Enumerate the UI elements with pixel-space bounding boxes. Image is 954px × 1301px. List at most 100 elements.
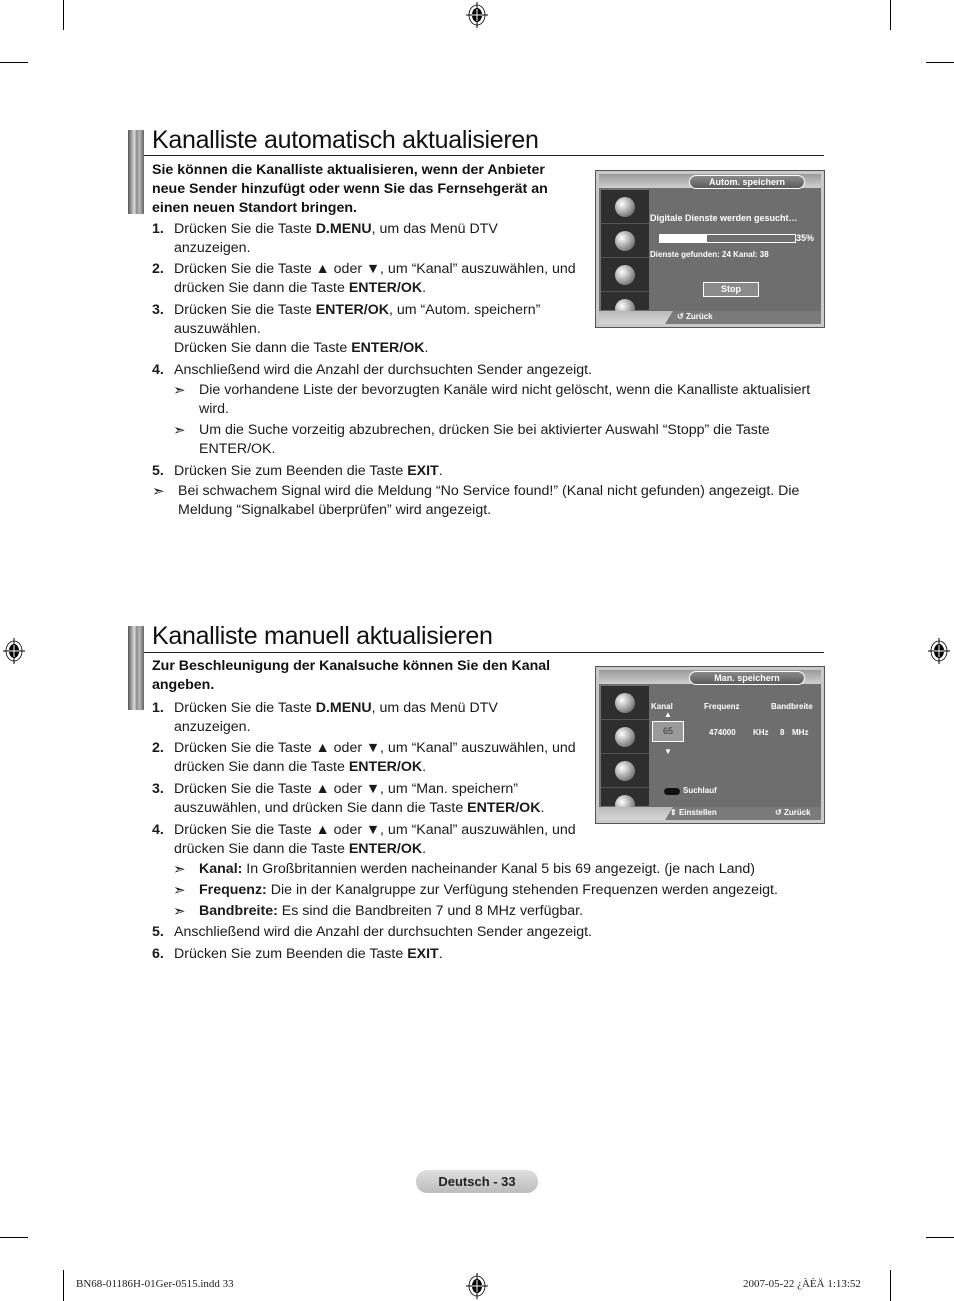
text-line: Drücken Sie zum Beenden die Taste EXIT.	[174, 463, 443, 479]
osd-menu-item-channel[interactable]	[601, 720, 649, 754]
text-line: Drücken Sie die Taste ▲ oder ▼, um “Kana…	[174, 822, 576, 838]
note-text: Um die Suche vorzeitig abzubrechen, drüc…	[199, 421, 770, 459]
suchlauf-color-button[interactable]	[664, 788, 680, 795]
stop-button[interactable]: Stop	[703, 282, 759, 297]
osd-menu-sidebar	[601, 686, 649, 815]
step-number: 3.	[152, 302, 164, 318]
crop-mark	[890, 1270, 891, 1301]
crop-mark	[926, 62, 954, 63]
step-text: Drücken Sie zum Beenden die Taste EXIT.	[174, 945, 822, 964]
osd-menu-item-setup[interactable]	[601, 754, 649, 788]
back-button[interactable]: ↺ Zurück	[677, 312, 713, 321]
einstellen-label: Einstellen	[678, 808, 717, 817]
bandbreite-value[interactable]: 8	[780, 728, 784, 737]
osd-menu-item-antenna[interactable]	[601, 686, 649, 720]
step-text: Drücken Sie die Taste D.MENU, um das Men…	[174, 220, 592, 258]
osd-found-text: Dienste gefunden: 24 Kanal: 38	[650, 250, 769, 259]
text-line: anzuzeigen.	[174, 719, 251, 735]
intro-line: angeben.	[152, 677, 215, 693]
step-number: 5.	[152, 463, 164, 479]
intro-line: Zur Beschleunigung der Kanalsuche können…	[152, 658, 551, 674]
text-line: Meldung “Signalkabel überprüfen” wird an…	[178, 502, 492, 518]
osd-menu-item-setup[interactable]	[601, 258, 649, 292]
return-icon: ↺	[677, 312, 686, 321]
text-line: Um die Suche vorzeitig abzubrechen, drüc…	[199, 422, 770, 438]
step-number: 6.	[152, 946, 164, 962]
text-line: Drücken Sie zum Beenden die Taste EXIT.	[174, 946, 443, 962]
osd-title: Man. speichern	[689, 671, 805, 685]
text-line: Anschließend wird die Anzahl der durchsu…	[174, 924, 593, 940]
step-number: 4.	[152, 822, 164, 838]
text-line: anzuzeigen.	[174, 240, 251, 256]
tv-osd-manual-store: Man. speichern Kanal Frequenz Bandbreite…	[595, 666, 825, 824]
frequenz-value: 474000	[709, 728, 736, 737]
key-label: ENTER/OK	[467, 800, 541, 816]
up-down-icon: ⇕	[670, 808, 679, 817]
step-number: 4.	[152, 362, 164, 378]
note-text: Bei schwachem Signal wird die Meldung “N…	[178, 482, 799, 520]
back-button[interactable]: ↺ Zurück	[775, 808, 811, 817]
osd-menu-item-channel[interactable]	[601, 224, 649, 258]
osd-menu-sidebar	[601, 190, 649, 319]
channel-down-icon[interactable]: ▼	[664, 747, 672, 756]
text-line: Drücken Sie die Taste D.MENU, um das Men…	[174, 700, 498, 716]
back-label: Zurück	[685, 312, 713, 321]
text-line: drücken Sie dann die Taste ENTER/OK.	[174, 759, 427, 775]
suchlauf-label: Suchlauf	[683, 786, 717, 795]
text-line: Drücken Sie die Taste ▲ oder ▼, um “Kana…	[174, 740, 576, 756]
text-line: Drücken Sie die Taste ENTER/OK, um “Auto…	[174, 302, 541, 318]
text-line: Drücken Sie die Taste ▲ oder ▼, um “Kana…	[174, 261, 576, 277]
crop-mark	[0, 62, 28, 63]
text-line: Drücken Sie die Taste D.MENU, um das Men…	[174, 221, 498, 237]
step-text: Drücken Sie zum Beenden die Taste EXIT.	[174, 462, 822, 481]
key-label: ENTER/OK	[348, 280, 423, 296]
intro-line: einen neuen Standort bringen.	[152, 200, 357, 216]
step-text: Drücken Sie die Taste ▲ oder ▼, um “Kana…	[174, 739, 592, 777]
einstellen-hint: ⇕ Einstellen	[670, 808, 717, 817]
step-number: 5.	[152, 924, 164, 940]
osd-menu-item-antenna[interactable]	[601, 190, 649, 224]
text-line: Kanal: In Großbritannien werden nacheina…	[199, 861, 756, 877]
osd-header: Autom. speichern	[599, 174, 821, 189]
step-number: 1.	[152, 700, 164, 716]
osd-footer: ⇕ Einstellen ↺ Zurück	[599, 807, 821, 820]
note-text: Die vorhandene Liste der bevorzugten Kan…	[199, 381, 810, 419]
step-number: 2.	[152, 261, 164, 277]
osd-header: Man. speichern	[599, 670, 821, 685]
bandbreite-unit: MHz	[792, 728, 809, 737]
key-label: D.MENU	[315, 221, 372, 237]
osd-status-text: Digitale Dienste werden gesucht…	[650, 213, 798, 223]
step-text: Drücken Sie die Taste D.MENU, um das Men…	[174, 699, 592, 737]
step-text: Drücken Sie die Taste ▲ oder ▼, um “Man.…	[174, 780, 592, 818]
back-label: Zurück	[783, 808, 811, 817]
step-text: Drücken Sie die Taste ▲ oder ▼, um “Kana…	[174, 821, 592, 859]
frequenz-unit: KHz	[753, 728, 769, 737]
key-label: ENTER/OK	[351, 340, 425, 356]
step-number: 2.	[152, 740, 164, 756]
key-label: EXIT	[407, 463, 439, 479]
registration-mark-icon	[3, 638, 25, 664]
intro-line: Sie können die Kanalliste aktualisieren,…	[152, 162, 545, 178]
col-frequenz: Frequenz	[704, 702, 740, 711]
col-bandbreite: Bandbreite	[771, 702, 813, 711]
crop-mark	[63, 0, 64, 30]
note-arrow-icon: ➣	[173, 903, 186, 920]
channel-up-icon[interactable]: ▲	[664, 710, 672, 719]
title-rule	[144, 652, 824, 653]
osd-screen: Man. speichern Kanal Frequenz Bandbreite…	[599, 670, 821, 820]
return-icon: ↺	[775, 808, 784, 817]
text-line: Bei schwachem Signal wird die Meldung “N…	[178, 483, 800, 499]
note-arrow-icon: ➣	[173, 861, 186, 878]
key-label: ENTER/OK	[348, 759, 423, 775]
satellite-dish-icon	[615, 230, 635, 251]
text-line: auszuwählen, und drücken Sie dann die Ta…	[174, 800, 545, 816]
kanal-input[interactable]: 65	[652, 721, 684, 742]
text-line: Drücken Sie dann die Taste ENTER/OK.	[174, 340, 429, 356]
step-number: 3.	[152, 781, 164, 797]
note-text: Kanal: In Großbritannien werden nacheina…	[199, 860, 755, 879]
key-label: Kanal:	[199, 861, 243, 877]
crop-mark	[890, 0, 891, 30]
text-line: wird.	[199, 401, 229, 417]
file-info: BN68-01186H-01Ger-0515.indd 33	[76, 1278, 234, 1290]
osd-screen: Autom. speichern Digitale Dienste werden…	[599, 174, 821, 324]
